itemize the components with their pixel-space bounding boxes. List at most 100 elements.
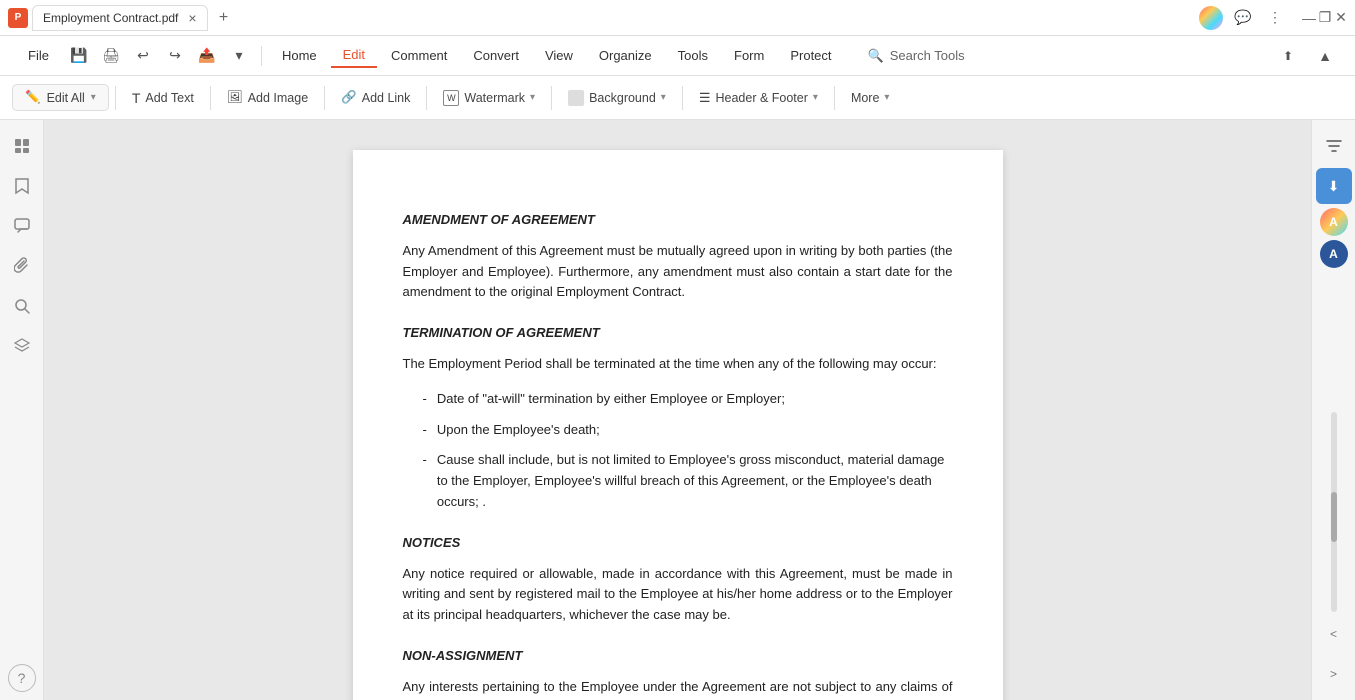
header-footer-label: Header & Footer	[715, 91, 807, 105]
watermark-icon: W	[443, 90, 459, 106]
scrollbar-track[interactable]	[1331, 412, 1337, 612]
nav-prev-icon[interactable]: <	[1316, 616, 1352, 652]
menu-item-form[interactable]: Form	[722, 44, 776, 67]
section-list-termination: -Date of "at-will" termination by either…	[423, 389, 953, 513]
word-label: A	[1329, 247, 1338, 261]
profile-avatar[interactable]	[1199, 6, 1223, 30]
document-tab[interactable]: Employment Contract.pdf ×	[32, 5, 208, 31]
more-options-button[interactable]: ⋮	[1263, 6, 1287, 30]
list-item: -Upon the Employee's death;	[423, 420, 953, 441]
scrollbar-thumb[interactable]	[1331, 492, 1337, 542]
list-dash: -	[423, 389, 427, 410]
chat-button[interactable]: 💬	[1231, 6, 1255, 30]
section-title-termination: TERMINATION OF AGREEMENT	[403, 323, 953, 344]
section-title-nonassignment: NON-ASSIGNMENT	[403, 646, 953, 667]
edit-all-button[interactable]: ✏️ Edit All ▾	[12, 84, 109, 111]
title-bar-left: P Employment Contract.pdf × +	[8, 5, 236, 31]
menu-item-comment[interactable]: Comment	[379, 44, 459, 67]
list-item: -Cause shall include, but is not limited…	[423, 450, 953, 512]
toolbar-divider-6	[682, 86, 683, 110]
new-tab-button[interactable]: +	[212, 6, 236, 30]
collapse-button[interactable]: ▲	[1311, 42, 1339, 70]
menu-item-home[interactable]: Home	[270, 44, 329, 67]
menu-bar: File 💾 🖨 ↩ ↪ 📤 ▾ HomeEditCommentConvertV…	[0, 36, 1355, 76]
share-button[interactable]: 📤	[193, 42, 221, 70]
upload-icon: ⬆	[1283, 49, 1293, 63]
window-controls: — ❐ ✕	[1303, 12, 1347, 24]
menu-item-protect[interactable]: Protect	[778, 44, 843, 67]
document-content: AMENDMENT OF AGREEMENT Any Amendment of t…	[403, 210, 953, 700]
add-image-label: Add Image	[248, 91, 308, 105]
right-sidebar: ⬇ A A < >	[1311, 120, 1355, 700]
tab-title: Employment Contract.pdf	[43, 11, 178, 25]
sidebar-search-icon[interactable]	[4, 288, 40, 324]
list-item-text: Cause shall include, but is not limited …	[437, 450, 953, 512]
add-text-button[interactable]: T Add Text	[122, 85, 204, 111]
search-tools-button[interactable]: 🔍 Search Tools	[856, 44, 977, 68]
section-title-amendment: AMENDMENT OF AGREEMENT	[403, 210, 953, 231]
menu-item-tools[interactable]: Tools	[666, 44, 720, 67]
sidebar-bookmarks-icon[interactable]	[4, 168, 40, 204]
sidebar-attachments-icon[interactable]	[4, 248, 40, 284]
list-item-text: Upon the Employee's death;	[437, 420, 600, 441]
word-icon[interactable]: A	[1320, 240, 1348, 268]
add-image-button[interactable]: 🖼 Add Image	[217, 85, 318, 110]
more-menu-button[interactable]: ▾	[225, 42, 253, 70]
tab-close-button[interactable]: ×	[188, 10, 196, 26]
minimize-button[interactable]: —	[1303, 12, 1315, 24]
list-dash: -	[423, 420, 427, 441]
ai-label: A	[1329, 215, 1338, 229]
sidebar-comments-icon[interactable]	[4, 208, 40, 244]
watermark-button[interactable]: W Watermark ▾	[433, 85, 545, 111]
save-button[interactable]: 💾	[65, 42, 93, 70]
sidebar-pages-icon[interactable]	[4, 128, 40, 164]
menu-items: HomeEditCommentConvertViewOrganizeToolsF…	[270, 43, 844, 68]
title-bar-right: 💬 ⋮ — ❐ ✕	[1199, 6, 1347, 30]
app-icon: P	[8, 8, 28, 28]
sidebar-layers-icon[interactable]	[4, 328, 40, 364]
document-page: AMENDMENT OF AGREEMENT Any Amendment of t…	[353, 150, 1003, 700]
sidebar-help-icon[interactable]: ?	[8, 664, 36, 692]
undo-button[interactable]: ↩	[129, 42, 157, 70]
file-menu[interactable]: File	[16, 44, 61, 67]
close-button[interactable]: ✕	[1335, 12, 1347, 24]
more-label: More	[851, 91, 879, 105]
header-footer-arrow: ▾	[813, 92, 818, 103]
maximize-button[interactable]: ❐	[1319, 12, 1331, 24]
download-icon[interactable]: ⬇	[1316, 168, 1352, 204]
section-para-nonassignment-0: Any interests pertaining to the Employee…	[403, 677, 953, 700]
filter-icon[interactable]	[1316, 128, 1352, 164]
main-area: ? AMENDMENT OF AGREEMENT Any Amendment of…	[0, 120, 1355, 700]
section-para-amendment-0: Any Amendment of this Agreement must be …	[403, 241, 953, 303]
background-label: Background	[589, 91, 656, 105]
print-button[interactable]: 🖨	[97, 42, 125, 70]
more-button[interactable]: More ▾	[841, 86, 900, 110]
toolbar-divider-4	[426, 86, 427, 110]
add-link-icon: 🔗	[341, 90, 357, 105]
add-link-button[interactable]: 🔗 Add Link	[331, 85, 420, 110]
toolbar-divider-3	[324, 86, 325, 110]
upload-button[interactable]: ⬆	[1273, 45, 1303, 67]
title-bar: P Employment Contract.pdf × + 💬 ⋮ — ❐ ✕	[0, 0, 1355, 36]
add-text-icon: T	[132, 90, 141, 106]
search-icon: 🔍	[868, 48, 884, 64]
menu-item-convert[interactable]: Convert	[461, 44, 531, 67]
ai-assistant-icon[interactable]: A	[1320, 208, 1348, 236]
background-button[interactable]: Background ▾	[558, 85, 676, 111]
scrollbar-container	[1312, 412, 1355, 612]
menu-divider	[261, 46, 262, 66]
header-footer-button[interactable]: ☰ Header & Footer ▾	[689, 85, 828, 111]
left-sidebar: ?	[0, 120, 44, 700]
watermark-label: Watermark	[464, 91, 525, 105]
background-icon	[568, 90, 584, 106]
nav-next-icon[interactable]: >	[1316, 656, 1352, 692]
add-link-label: Add Link	[362, 91, 411, 105]
menu-item-edit[interactable]: Edit	[331, 43, 377, 68]
menu-item-view[interactable]: View	[533, 44, 585, 67]
redo-button[interactable]: ↪	[161, 42, 189, 70]
toolbar-divider-5	[551, 86, 552, 110]
menu-item-organize[interactable]: Organize	[587, 44, 664, 67]
edit-all-label: Edit All	[47, 91, 85, 105]
add-image-icon: 🖼	[227, 90, 243, 105]
edit-icon: ✏️	[25, 90, 41, 105]
